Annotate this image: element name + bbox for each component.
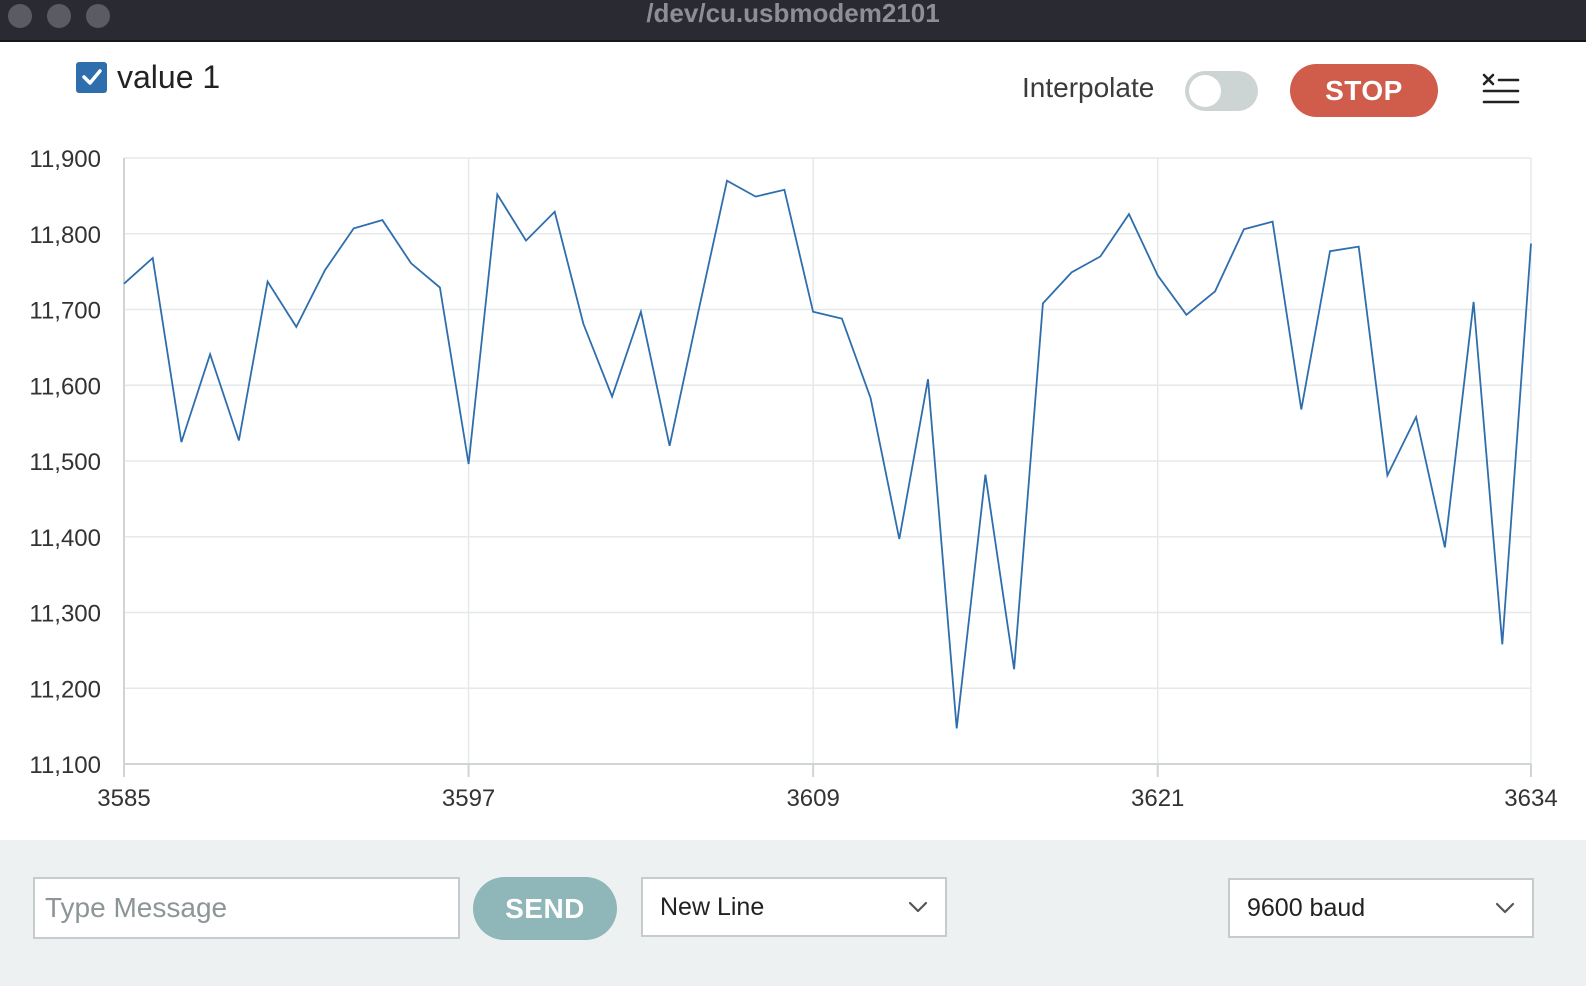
chevron-down-icon — [908, 901, 928, 913]
y-tick-label: 11,900 — [29, 146, 101, 173]
message-input[interactable] — [33, 877, 460, 939]
clear-list-icon — [1482, 73, 1520, 104]
x-tick-label: 3609 — [786, 785, 839, 812]
toggle-knob — [1189, 75, 1221, 107]
baud-rate-value: 9600 baud — [1247, 894, 1366, 922]
y-tick-label: 11,200 — [29, 676, 101, 703]
interpolate-toggle[interactable] — [1185, 71, 1258, 111]
y-tick-label: 11,300 — [29, 601, 101, 628]
x-tick-label: 3634 — [1504, 785, 1557, 812]
x-tick-label: 3597 — [442, 785, 495, 812]
stop-button[interactable]: STOP — [1290, 64, 1438, 117]
y-tick-label: 11,500 — [29, 449, 101, 476]
series-line-value-1 — [123, 179, 1532, 729]
window-title: /dev/cu.usbmodem2101 — [646, 0, 940, 28]
y-tick-label: 11,400 — [29, 525, 101, 552]
clear-plot-button[interactable] — [1480, 72, 1522, 110]
series-visibility-checkbox[interactable] — [76, 61, 107, 93]
line-ending-select[interactable]: New Line — [641, 877, 947, 937]
series-legend: value 1 — [76, 58, 220, 96]
interpolate-label: Interpolate — [1022, 72, 1155, 103]
window-titlebar: /dev/cu.usbmodem2101 — [0, 0, 1586, 42]
x-tick-label: 3621 — [1131, 785, 1184, 812]
x-tick-label: 3585 — [97, 785, 150, 812]
serial-plot-chart: 11,900 11,800 11,700 11,600 11,500 11,400 11,3… — [29, 146, 1557, 812]
line-ending-value: New Line — [660, 893, 765, 921]
y-tick-label: 11,700 — [29, 298, 101, 325]
y-tick-label: 11,100 — [29, 752, 101, 779]
chevron-down-icon — [1495, 902, 1515, 914]
series-label[interactable]: value 1 — [117, 59, 220, 96]
checkmark-icon — [81, 69, 102, 85]
send-button[interactable]: SEND — [473, 877, 617, 940]
baud-rate-select[interactable]: 9600 baud — [1228, 878, 1534, 938]
y-tick-label: 11,800 — [29, 222, 101, 249]
y-tick-label: 11,600 — [29, 373, 101, 400]
